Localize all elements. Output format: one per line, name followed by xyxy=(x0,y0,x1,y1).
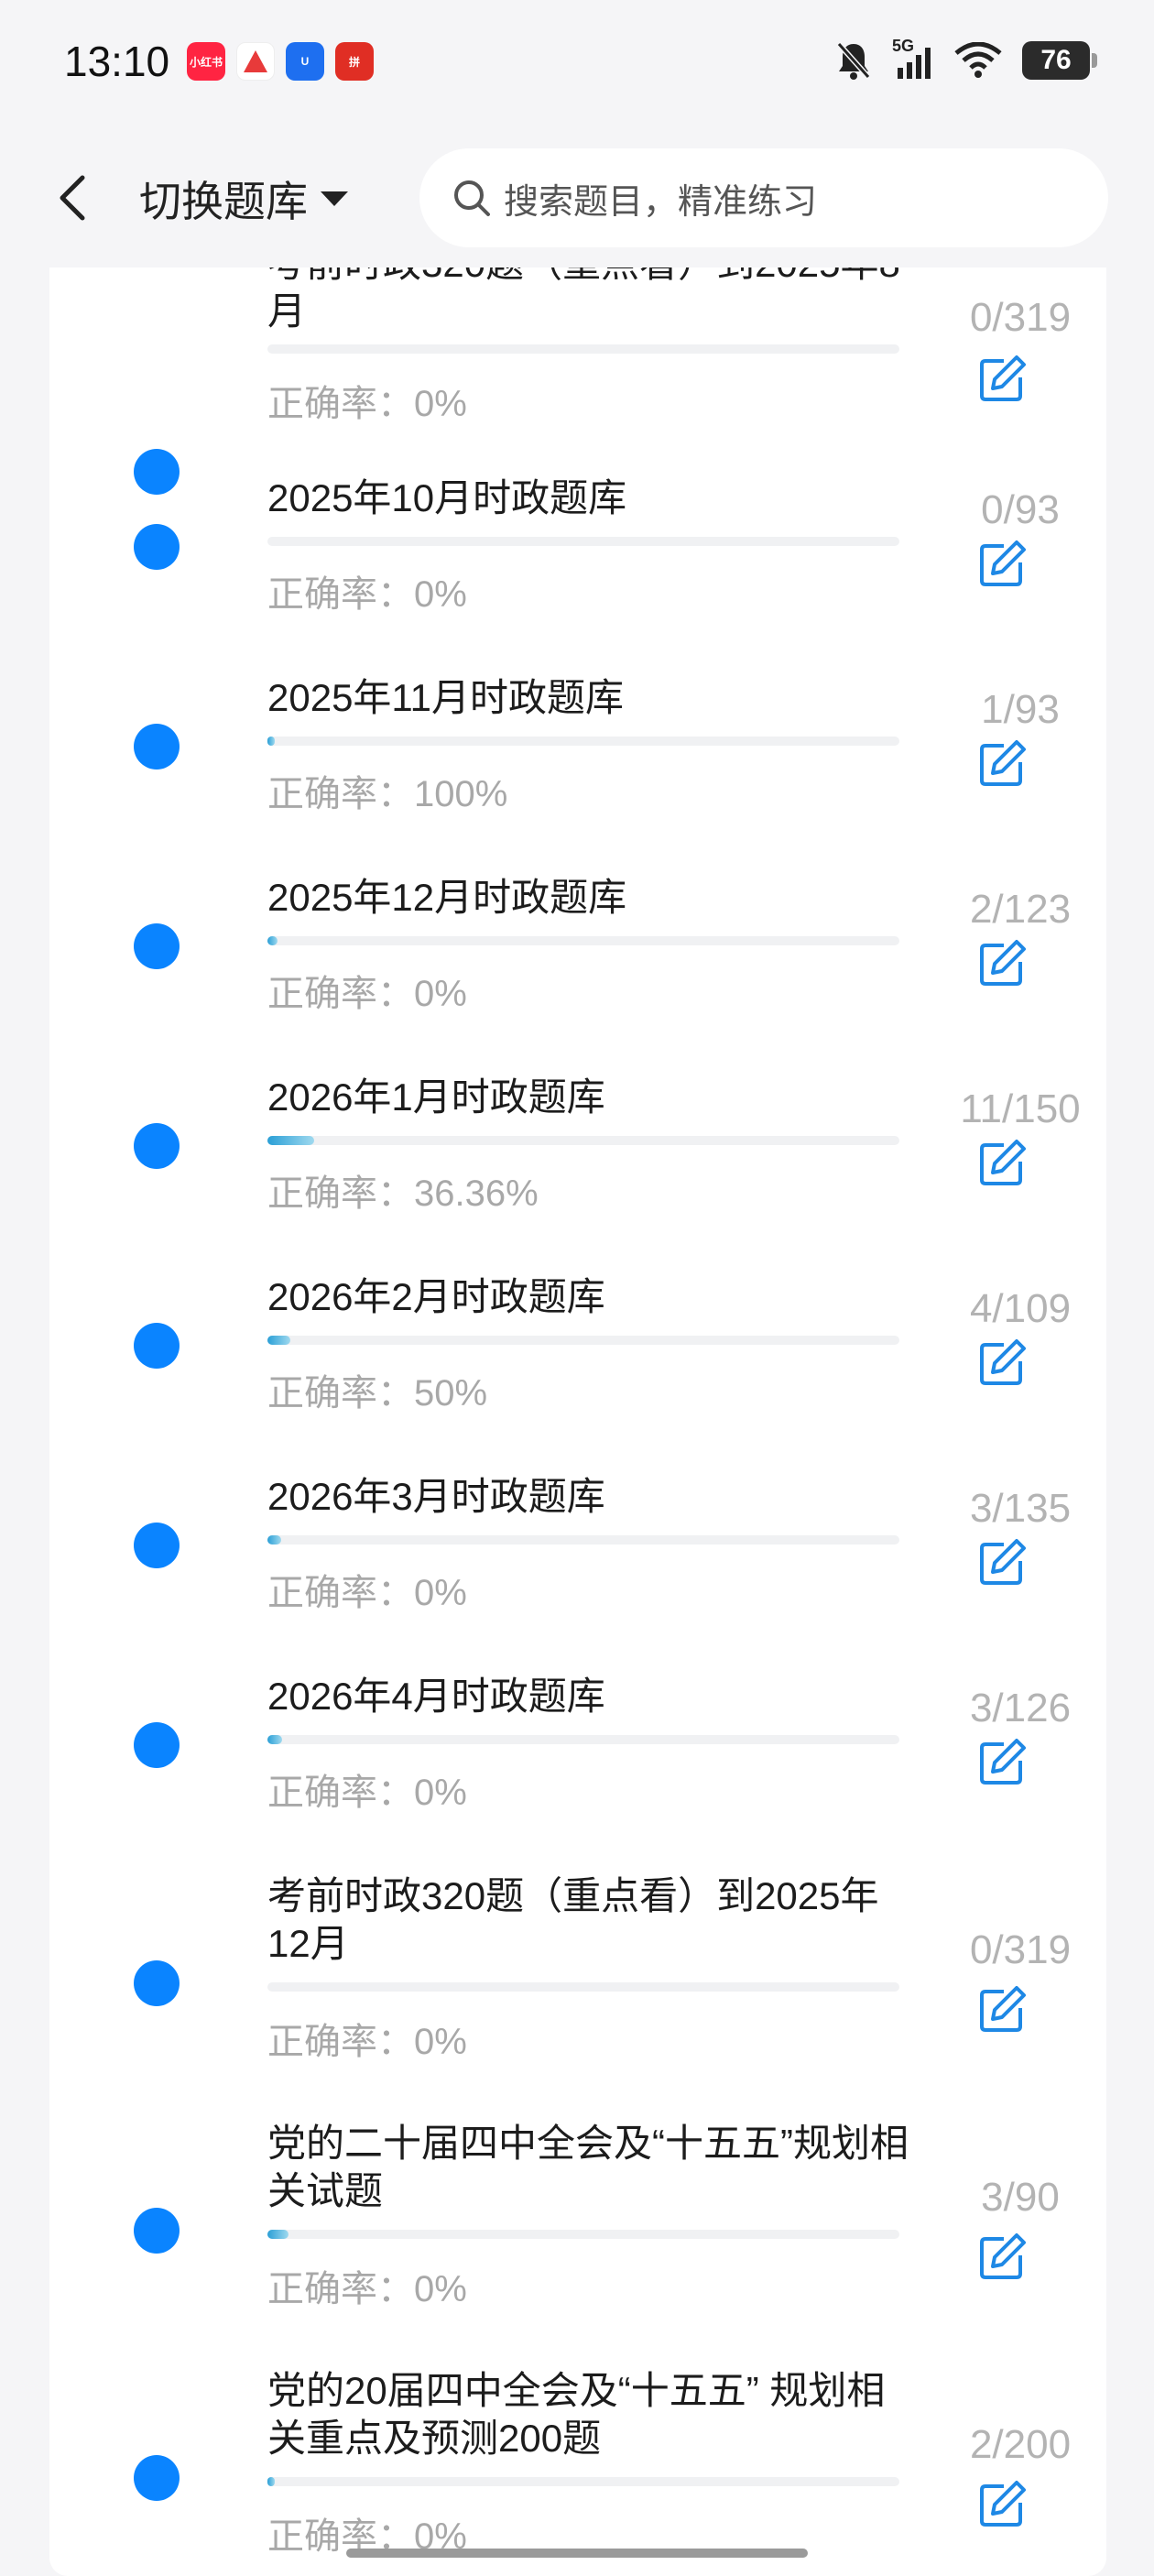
a-app-icon xyxy=(236,42,275,81)
accuracy-text: 正确率：100% xyxy=(267,774,508,814)
edit-icon[interactable] xyxy=(976,938,1028,989)
notification-app-icons: 小红书 U 拼 xyxy=(187,42,374,81)
accuracy-text: 正确率：0% xyxy=(267,574,467,615)
progress-fill xyxy=(267,737,276,746)
list-item-title: 2025年12月时政题库 xyxy=(267,876,627,919)
list-item-title: 党的20届四中全会及“十五五” 规划相关重点及预测200题 xyxy=(267,2369,886,2460)
list-item-title: 2026年1月时政题库 xyxy=(267,1075,605,1119)
search-placeholder: 搜索题目，精准练习 xyxy=(504,182,818,222)
bullet-dot xyxy=(134,524,180,570)
accuracy-text: 正确率：0% xyxy=(267,1773,467,1813)
progress-fill xyxy=(267,1136,314,1145)
search-input[interactable]: 搜索题目，精准练习 xyxy=(419,148,1108,247)
bullet-dot xyxy=(134,923,180,969)
list-item-title: 2026年4月时政题库 xyxy=(267,1675,605,1718)
progress-fill xyxy=(267,936,278,945)
edit-icon[interactable] xyxy=(976,1337,1028,1389)
progress-count: 0/319 xyxy=(969,295,1072,340)
bell-muted-icon xyxy=(836,42,871,80)
progress-track xyxy=(267,1136,899,1145)
list-item-title: 党的二十届四中全会及“十五五”规划相关试题 xyxy=(267,2122,909,2212)
edit-icon[interactable] xyxy=(976,1537,1028,1588)
bullet-dot xyxy=(134,1960,180,2006)
battery-indicator: 76 xyxy=(1022,41,1097,80)
dropdown-triangle-icon xyxy=(321,191,348,206)
progress-track xyxy=(267,1982,899,1992)
progress-track xyxy=(267,2477,899,2486)
search-icon xyxy=(454,180,490,216)
progress-track xyxy=(267,537,899,546)
accuracy-text: 正确率：36.36% xyxy=(267,1173,539,1214)
accuracy-text: 正确率：0% xyxy=(267,1573,467,1613)
progress-count: 3/135 xyxy=(969,1486,1072,1531)
progress-track xyxy=(267,737,899,746)
home-indicator[interactable] xyxy=(346,2549,808,2558)
edit-icon[interactable] xyxy=(976,1737,1028,1788)
list-item-title: 2026年3月时政题库 xyxy=(267,1475,605,1518)
list-item-title: 考前时政320题（重点看）到2025年8月 xyxy=(267,267,900,333)
accuracy-text: 正确率：50% xyxy=(267,1373,488,1414)
progress-count: 4/109 xyxy=(969,1286,1072,1331)
xiaohongshu-app-icon: 小红书 xyxy=(187,42,225,81)
back-arrow-icon[interactable] xyxy=(48,169,99,227)
status-bar: 13:10 小红书 U 拼 5G 76 xyxy=(0,0,1154,128)
top-nav-bar: 切换题库 搜索题目，精准练习 xyxy=(0,128,1154,267)
u-app-icon: U xyxy=(286,42,324,81)
accuracy-text: 正确率：0% xyxy=(267,384,467,424)
list-item-title: 2025年10月时政题库 xyxy=(267,476,627,519)
bullet-dot xyxy=(134,724,180,770)
progress-track xyxy=(267,1336,899,1345)
progress-fill xyxy=(267,1535,282,1545)
list-item-title: 2026年2月时政题库 xyxy=(267,1275,605,1318)
progress-count: 0/93 xyxy=(981,487,1060,532)
progress-count: 3/126 xyxy=(969,1686,1072,1730)
status-time: 13:10 xyxy=(64,38,170,85)
progress-count: 3/90 xyxy=(981,2175,1060,2220)
list-item-title: 2025年11月时政题库 xyxy=(267,676,625,719)
progress-fill xyxy=(267,2477,276,2486)
progress-track xyxy=(267,1535,899,1545)
list-item-title: 考前时政320题（重点看）到2025年12月 xyxy=(267,1874,879,1965)
progress-count: 0/319 xyxy=(969,1927,1072,1972)
progress-fill xyxy=(267,2230,288,2239)
progress-fill xyxy=(267,1336,291,1345)
progress-track xyxy=(267,344,899,354)
bullet-dot xyxy=(134,1523,180,1568)
edit-icon[interactable] xyxy=(976,2479,1028,2530)
bullet-dot xyxy=(134,449,180,495)
edit-icon[interactable] xyxy=(976,354,1028,405)
bullet-dot xyxy=(134,1722,180,1768)
switch-question-bank-button[interactable]: 切换题库 xyxy=(139,169,350,229)
progress-track xyxy=(267,2230,899,2239)
cellular-signal-icon: 5G xyxy=(892,37,934,81)
progress-count: 1/93 xyxy=(981,687,1060,732)
edit-icon[interactable] xyxy=(976,539,1028,590)
pinduoduo-app-icon: 拼 xyxy=(335,42,374,81)
status-indicators: 5G 76 xyxy=(835,37,1097,81)
bullet-dot xyxy=(134,1323,180,1369)
progress-track xyxy=(267,1735,899,1744)
bullet-dot xyxy=(134,2208,180,2254)
accuracy-text: 正确率：0% xyxy=(267,974,467,1014)
accuracy-text: 正确率：0% xyxy=(267,2022,467,2062)
question-bank-list: 考前时政320题（重点看）到2025年8月 正确率：0% 0/319 2025年… xyxy=(49,267,1106,2576)
edit-icon[interactable] xyxy=(976,1984,1028,2036)
progress-track xyxy=(267,936,899,945)
edit-icon[interactable] xyxy=(976,738,1028,790)
progress-fill xyxy=(267,1735,283,1744)
progress-count: 2/200 xyxy=(969,2422,1072,2467)
edit-icon[interactable] xyxy=(976,1138,1028,1189)
progress-count: 2/123 xyxy=(969,887,1072,932)
bullet-dot xyxy=(134,1123,180,1169)
wifi-icon xyxy=(954,42,1002,78)
edit-icon[interactable] xyxy=(976,2232,1028,2283)
switch-question-bank-label: 切换题库 xyxy=(139,178,308,225)
bullet-dot xyxy=(134,2455,180,2501)
progress-count: 11/150 xyxy=(960,1086,1081,1131)
accuracy-text: 正确率：0% xyxy=(267,2269,467,2309)
